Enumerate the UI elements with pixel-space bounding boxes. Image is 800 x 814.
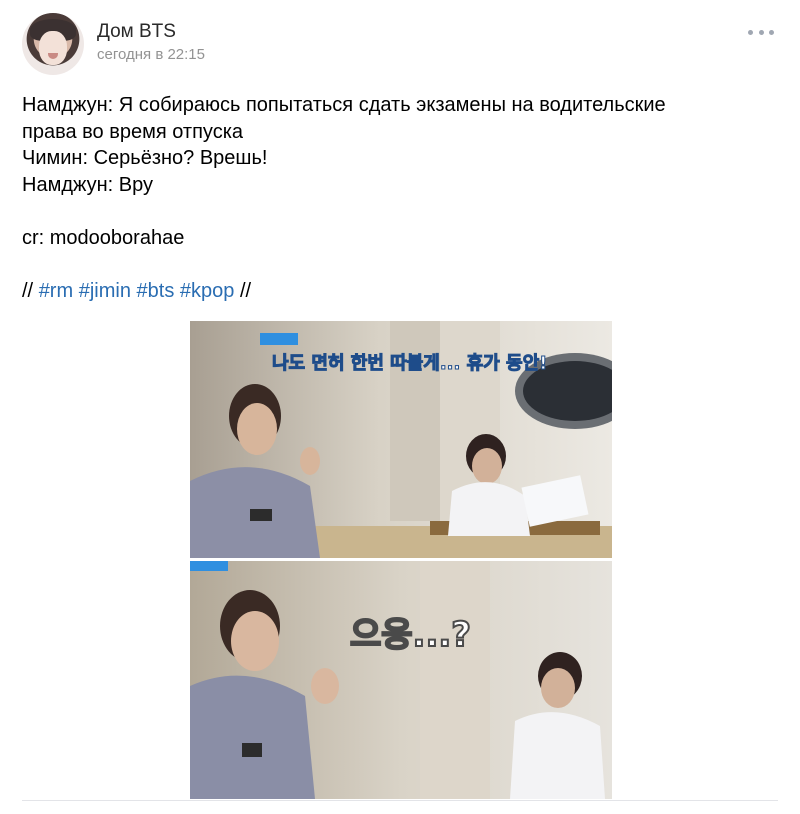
hashtag-suffix: //	[239, 280, 252, 303]
caption-top: 나도 면허 한번 따볼게... 휴가 동안!	[272, 353, 547, 374]
text-gap	[22, 252, 782, 279]
post-photo-top[interactable]: 나도 면허 한번 따볼게... 휴가 동안!	[190, 321, 612, 558]
caption-bottom: 으응...?	[350, 615, 471, 655]
author-name[interactable]: Дом BTS	[97, 21, 176, 43]
hashtag-prefix: //	[22, 280, 34, 303]
post-text: Намджун: Я собираюсь попытаться сдать эк…	[22, 92, 782, 305]
text-line: cr: modooborahae	[22, 226, 185, 249]
hashtag-link[interactable]: #jimin	[79, 280, 131, 302]
text-line: права во время отпуска	[22, 120, 244, 143]
dot	[758, 29, 764, 35]
photo-bottom-art: 으응...?	[190, 561, 612, 799]
hashtag-link[interactable]: #kpop	[180, 280, 235, 302]
text-line: Намджун: Я собираюсь попытаться сдать эк…	[22, 94, 666, 116]
post-photo-bottom[interactable]: 으응...?	[190, 561, 612, 799]
text-line: Чимин: Серьёзно? Врешь!	[22, 147, 268, 170]
wall-post: Дом BTS сегодня в 22:15 Намджун: Я собир…	[0, 0, 800, 814]
hashtag-link[interactable]: #bts	[137, 280, 175, 302]
hashtag-link[interactable]: #rm	[39, 280, 73, 302]
hashtag-line: // #rm #jimin #bts #kpop //	[22, 278, 782, 305]
dot	[769, 29, 774, 35]
post-divider	[22, 800, 778, 801]
text-line: Намджун: Вру	[22, 173, 153, 196]
avatar[interactable]	[22, 13, 84, 75]
more-dots-icon[interactable]	[748, 24, 774, 40]
text-gap	[22, 198, 782, 225]
dot	[748, 29, 753, 35]
avatar-face	[39, 31, 67, 65]
post-time[interactable]: сегодня в 22:15	[97, 46, 205, 64]
photo-top-art: 나도 면허 한번 따볼게... 휴가 동안!	[190, 321, 612, 558]
